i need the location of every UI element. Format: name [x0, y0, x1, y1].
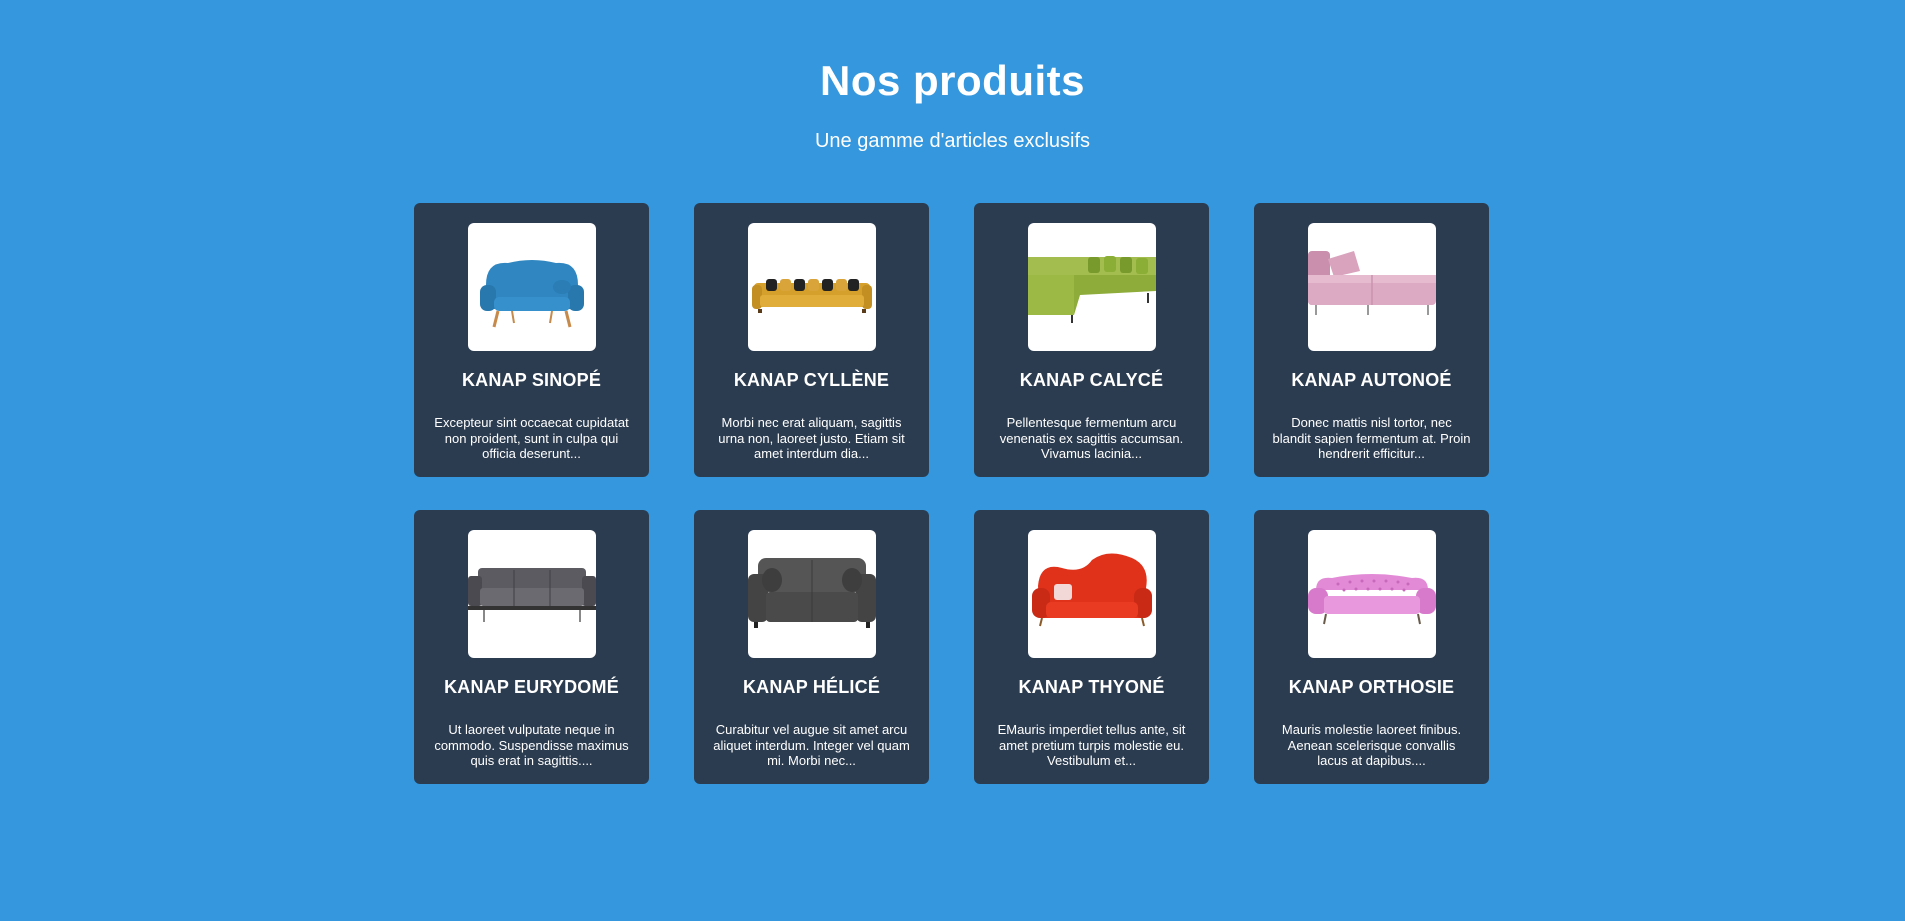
- green-sofa-image: [1027, 256, 1156, 323]
- product-card[interactable]: KANAP AUTONOÉ Donec mattis nisl tortor, …: [1254, 203, 1489, 477]
- product-description: Pellentesque fermentum arcu venenatis ex…: [999, 415, 1184, 461]
- products-grid: KANAP SINOPÉ Excepteur sint occaecat cup…: [414, 203, 1490, 784]
- product-description: Curabitur vel augue sit amet arcu alique…: [713, 722, 910, 768]
- product-description: Donec mattis nisl tortor, nec blandit sa…: [1272, 415, 1471, 461]
- product-name: KANAP EURYDOMÉ: [444, 677, 619, 697]
- product-card[interactable]: KANAP CALYCÉ Pellentesque fermentum arcu…: [974, 203, 1209, 477]
- product-card[interactable]: KANAP HÉLICÉ Curabitur vel augue sit ame…: [694, 510, 929, 784]
- product-card[interactable]: KANAP CYLLÈNE Morbi nec erat aliquam, sa…: [694, 203, 929, 477]
- product-name: KANAP ORTHOSIE: [1288, 677, 1455, 697]
- product-name: KANAP SINOPÉ: [461, 370, 602, 390]
- product-image[interactable]: [1027, 530, 1156, 658]
- product-card[interactable]: KANAP EURYDOMÉ Ut laoreet vulputate nequ…: [414, 510, 649, 784]
- product-image[interactable]: [1307, 530, 1436, 658]
- product-name: KANAP CALYCÉ: [1019, 370, 1164, 390]
- page-subtitle: Une gamme d'articles exclusifs: [814, 130, 1091, 152]
- grey-sofa-image: [467, 568, 596, 622]
- product-image[interactable]: [747, 530, 876, 658]
- product-name: KANAP CYLLÈNE: [733, 370, 890, 390]
- product-image[interactable]: [467, 223, 596, 351]
- page-header: Nos produits Une gamme d'articles exclus…: [0, 0, 1905, 155]
- product-name: KANAP HÉLICÉ: [742, 677, 881, 697]
- pink-tufted-sofa-image: [1307, 574, 1436, 625]
- blue-sofa-image: [479, 260, 584, 328]
- product-description: Morbi nec erat aliquam, sagittis urna no…: [718, 415, 905, 461]
- red-sofa-image: [1031, 553, 1152, 627]
- product-card[interactable]: KANAP SINOPÉ Excepteur sint occaecat cup…: [414, 203, 649, 477]
- product-description: EMauris imperdiet tellus ante, sit amet …: [997, 722, 1186, 768]
- dark-grey-sofa-image: [747, 558, 876, 628]
- product-description: Mauris molestie laoreet finibus. Aenean …: [1281, 722, 1462, 768]
- product-card[interactable]: KANAP ORTHOSIE Mauris molestie laoreet f…: [1254, 510, 1489, 784]
- product-name: KANAP AUTONOÉ: [1291, 370, 1452, 390]
- product-card[interactable]: KANAP THYONÉ EMauris imperdiet tellus an…: [974, 510, 1209, 784]
- pink-sofa-image: [1307, 251, 1436, 315]
- product-image[interactable]: [1027, 223, 1156, 351]
- product-image[interactable]: [467, 530, 596, 658]
- yellow-sofa-image: [751, 279, 872, 313]
- page: Nos produits Une gamme d'articles exclus…: [0, 0, 1905, 921]
- product-image[interactable]: [747, 223, 876, 351]
- product-image[interactable]: [1307, 223, 1436, 351]
- page-title: Nos produits: [820, 57, 1085, 104]
- product-name: KANAP THYONÉ: [1018, 677, 1165, 697]
- product-description: Ut laoreet vulputate neque in commodo. S…: [434, 722, 629, 768]
- product-description: Excepteur sint occaecat cupidatat non pr…: [434, 415, 629, 461]
